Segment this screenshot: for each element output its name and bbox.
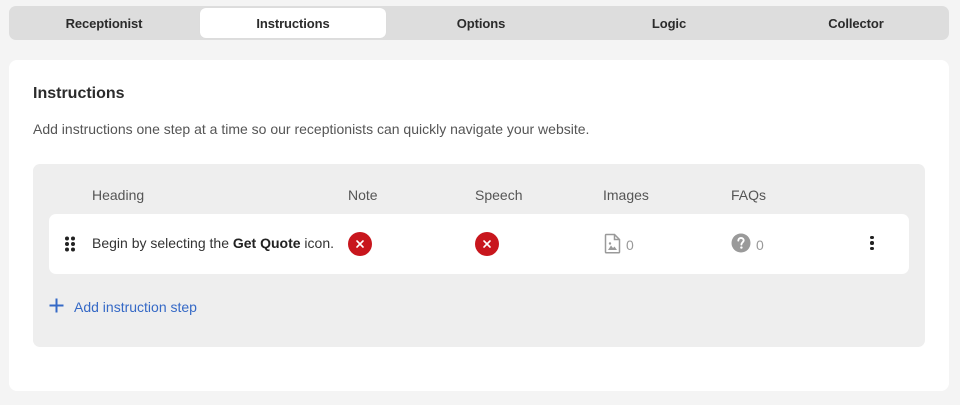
column-header-note: Note	[348, 187, 378, 203]
add-instruction-step-button[interactable]: Add instruction step	[49, 298, 197, 316]
plus-icon	[49, 298, 64, 316]
column-header-faqs: FAQs	[731, 187, 767, 203]
column-header-heading: Heading	[92, 187, 145, 203]
tab-receptionist[interactable]: Receptionist	[11, 8, 197, 38]
section-title: Instructions	[33, 85, 125, 102]
add-step-label: Add instruction step	[74, 299, 197, 315]
tab-logic[interactable]: Logic	[576, 8, 762, 38]
heading-prefix: Begin by selecting the	[92, 235, 233, 251]
row-heading: Begin by selecting the Get Quote icon.	[92, 235, 334, 251]
tab-bar: Receptionist Instructions Options Logic …	[9, 6, 949, 40]
faqs-cell[interactable]: 0	[731, 233, 764, 256]
instructions-table: Heading Note Speech Images FAQs Begin by…	[33, 164, 925, 347]
question-circle-icon	[731, 233, 751, 256]
images-count: 0	[626, 237, 634, 253]
heading-suffix: icon.	[300, 235, 335, 251]
image-file-icon	[604, 233, 621, 257]
instructions-card: Instructions Add instructions one step a…	[9, 60, 949, 391]
speech-x-circle-icon[interactable]	[475, 232, 499, 256]
tab-options[interactable]: Options	[386, 8, 576, 38]
tab-instructions[interactable]: Instructions	[200, 8, 386, 38]
faqs-count: 0	[756, 236, 764, 253]
note-x-circle-icon[interactable]	[348, 232, 372, 256]
drag-handle-icon[interactable]	[64, 236, 76, 252]
column-header-speech: Speech	[475, 187, 523, 203]
heading-bold-text: Get Quote	[232, 235, 301, 251]
images-cell[interactable]: 0	[604, 233, 634, 257]
row-menu-icon[interactable]	[865, 232, 879, 254]
column-header-images: Images	[603, 187, 649, 203]
section-description: Add instructions one step at a time so o…	[33, 121, 590, 137]
tab-collector[interactable]: Collector	[762, 8, 950, 38]
table-row[interactable]: Begin by selecting the Get Quote icon. 0	[49, 214, 909, 274]
